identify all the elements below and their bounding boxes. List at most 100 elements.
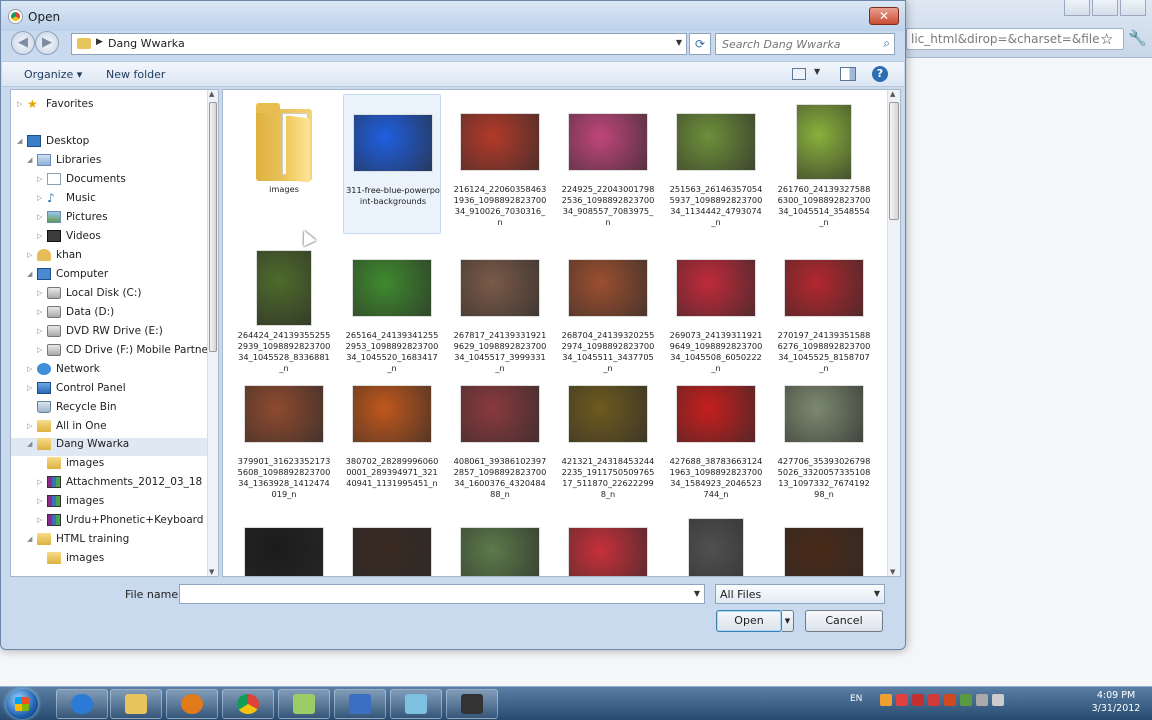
folder-item[interactable]: images <box>235 94 333 234</box>
tree-item[interactable]: ▷ images <box>11 495 207 513</box>
taskbar-app-button[interactable] <box>446 689 498 719</box>
bookmark-star-icon[interactable]: ☆ <box>1100 30 1113 48</box>
tree-expand-icon[interactable]: ▷ <box>37 213 45 221</box>
taskbar-app-button[interactable] <box>278 689 330 719</box>
tree-item[interactable]: ▷ Documents <box>11 173 207 191</box>
breadcrumb-current[interactable]: Dang Wwarka <box>108 37 185 50</box>
tree-item[interactable]: images <box>11 552 207 570</box>
network-tray-icon[interactable] <box>976 694 988 706</box>
tree-item[interactable]: ▷ Network <box>11 363 207 381</box>
image-file-item[interactable] <box>451 508 549 576</box>
taskbar-app-button[interactable] <box>334 689 386 719</box>
tree-expand-icon[interactable]: ◢ <box>27 535 35 543</box>
image-file-item[interactable]: 251563_261463570545937_109889282370034_1… <box>667 94 765 234</box>
tree-item[interactable]: ◢ Computer <box>11 268 207 286</box>
image-file-item[interactable]: 380702_282899960600001_289394971_3214094… <box>343 366 441 506</box>
image-file-item[interactable]: 265164_241393412552953_109889282370034_1… <box>343 240 441 380</box>
open-options-chevron-icon[interactable]: ▼ <box>782 610 794 632</box>
image-file-item[interactable] <box>775 508 873 576</box>
cancel-button[interactable]: Cancel <box>805 610 883 632</box>
image-file-item[interactable]: 379901_316233521735608_109889282370034_1… <box>235 366 333 506</box>
clock[interactable]: 4:09 PM 3/31/2012 <box>1084 689 1148 715</box>
scroll-down-icon[interactable]: ▼ <box>890 568 895 576</box>
new-folder-button[interactable]: New folder <box>106 68 165 81</box>
navigation-scrollbar[interactable]: ▲ ▼ <box>207 90 218 576</box>
search-icon[interactable]: ⌕ <box>883 36 890 51</box>
tree-item[interactable]: ▷ CD Drive (F:) Mobile Partner <box>11 344 212 362</box>
tree-item[interactable]: Recycle Bin <box>11 401 207 419</box>
image-file-item[interactable]: 267817_241393319219629_109889282370034_1… <box>451 240 549 380</box>
image-file-item[interactable]: 421321_243184532442235_191175050976517_5… <box>559 366 657 506</box>
preview-pane-icon[interactable] <box>840 67 856 81</box>
tree-expand-icon[interactable]: ▷ <box>37 327 45 335</box>
tree-expand-icon[interactable]: ▷ <box>37 497 45 505</box>
image-file-item[interactable]: 216124_220603584631936_109889282370034_9… <box>451 94 549 234</box>
image-file-item[interactable] <box>559 508 657 576</box>
tree-expand-icon[interactable]: ▷ <box>37 308 45 316</box>
tree-item[interactable]: ▷ Local Disk (C:) <box>11 287 207 305</box>
tree-expand-icon[interactable]: ▷ <box>37 194 45 202</box>
tree-expand-icon[interactable]: ▷ <box>17 100 25 108</box>
open-button[interactable]: Open <box>716 610 782 632</box>
tray-app-icon[interactable] <box>960 694 972 706</box>
tree-item[interactable]: ◢ Libraries <box>11 154 207 172</box>
taskbar-app-button[interactable] <box>166 689 218 719</box>
tree-item[interactable]: ▷ Attachments_2012_03_18 <box>11 476 207 494</box>
tree-item[interactable]: ▷ Control Panel <box>11 382 207 400</box>
taskbar-app-button[interactable] <box>56 689 108 719</box>
image-file-item[interactable]: 427706_353930267985026_332005733510813_1… <box>775 366 873 506</box>
tree-expand-icon[interactable]: ◢ <box>27 270 35 278</box>
tray-app-icon[interactable] <box>896 694 908 706</box>
image-file-item[interactable] <box>235 508 333 576</box>
tree-item[interactable]: ▷ All in One <box>11 420 207 438</box>
chevron-down-icon[interactable]: ▼ <box>874 589 880 598</box>
image-file-item[interactable] <box>343 508 441 576</box>
tree-item[interactable]: ▷ Pictures <box>11 211 207 229</box>
back-button[interactable]: ◀ <box>11 31 35 55</box>
tree-expand-icon[interactable]: ▷ <box>37 478 45 486</box>
breadcrumb-arrow-icon[interactable]: ▶ <box>96 37 103 47</box>
close-button[interactable]: ✕ <box>869 7 899 25</box>
image-file-item[interactable] <box>667 508 765 576</box>
image-file-item[interactable]: 427688_387836631241963_109889282370034_1… <box>667 366 765 506</box>
tree-item[interactable]: ▷ ★ Favorites <box>11 98 207 116</box>
taskbar-app-button[interactable] <box>222 689 274 719</box>
help-button[interactable]: ? <box>872 66 888 82</box>
image-file-item[interactable]: 264424_241393552552939_109889282370034_1… <box>235 240 333 380</box>
image-file-item[interactable]: 408061_393861023972857_109889282370034_1… <box>451 366 549 506</box>
files-scrollbar[interactable]: ▲ ▼ <box>887 90 900 576</box>
tree-expand-icon[interactable]: ▷ <box>27 251 35 259</box>
tree-item[interactable]: ▷ Data (D:) <box>11 306 207 324</box>
tray-app-icon[interactable] <box>928 694 940 706</box>
scroll-up-icon[interactable]: ▲ <box>209 90 214 98</box>
tray-app-icon[interactable] <box>880 694 892 706</box>
image-file-item[interactable]: 261760_241393275886300_109889282370034_1… <box>775 94 873 234</box>
file-type-select[interactable]: All Files ▼ <box>715 584 885 604</box>
tree-expand-icon[interactable]: ▷ <box>37 289 45 297</box>
tree-item[interactable]: ▷ ♪ Music <box>11 192 207 210</box>
image-file-item[interactable]: 311-free-blue-powerpoint-backgrounds <box>343 94 441 234</box>
tree-item[interactable]: ▷ Urdu+Phonetic+Keyboard <box>11 514 207 532</box>
tree-expand-icon[interactable]: ◢ <box>27 440 35 448</box>
tree-item[interactable]: images <box>11 457 207 475</box>
tree-expand-icon[interactable]: ▷ <box>27 422 35 430</box>
change-view-icon[interactable] <box>792 68 806 80</box>
tree-expand-icon[interactable]: ▷ <box>37 346 45 354</box>
browser-address-bar[interactable]: lic_html&dirop=&charset=&file <box>906 28 1124 50</box>
image-file-item[interactable]: 269073_241393119219649_109889282370034_1… <box>667 240 765 380</box>
file-name-input[interactable]: ▼ <box>179 584 705 604</box>
search-box[interactable]: ⌕ <box>715 33 895 55</box>
language-indicator[interactable]: EN <box>850 694 862 704</box>
volume-icon[interactable] <box>992 694 1004 706</box>
browser-window-controls[interactable] <box>1064 0 1152 18</box>
tree-item[interactable]: ◢ Desktop <box>11 135 207 153</box>
tree-item[interactable]: ◢ HTML training <box>11 533 207 551</box>
scroll-thumb[interactable] <box>889 102 899 220</box>
refresh-button[interactable]: ⟳ <box>689 33 711 55</box>
start-button[interactable] <box>6 689 38 719</box>
scroll-up-icon[interactable]: ▲ <box>890 90 895 98</box>
scroll-thumb[interactable] <box>209 102 217 352</box>
search-input[interactable] <box>720 35 870 53</box>
tree-item[interactable]: ▷ DVD RW Drive (E:) <box>11 325 207 343</box>
chevron-down-icon[interactable]: ▼ <box>676 38 682 47</box>
